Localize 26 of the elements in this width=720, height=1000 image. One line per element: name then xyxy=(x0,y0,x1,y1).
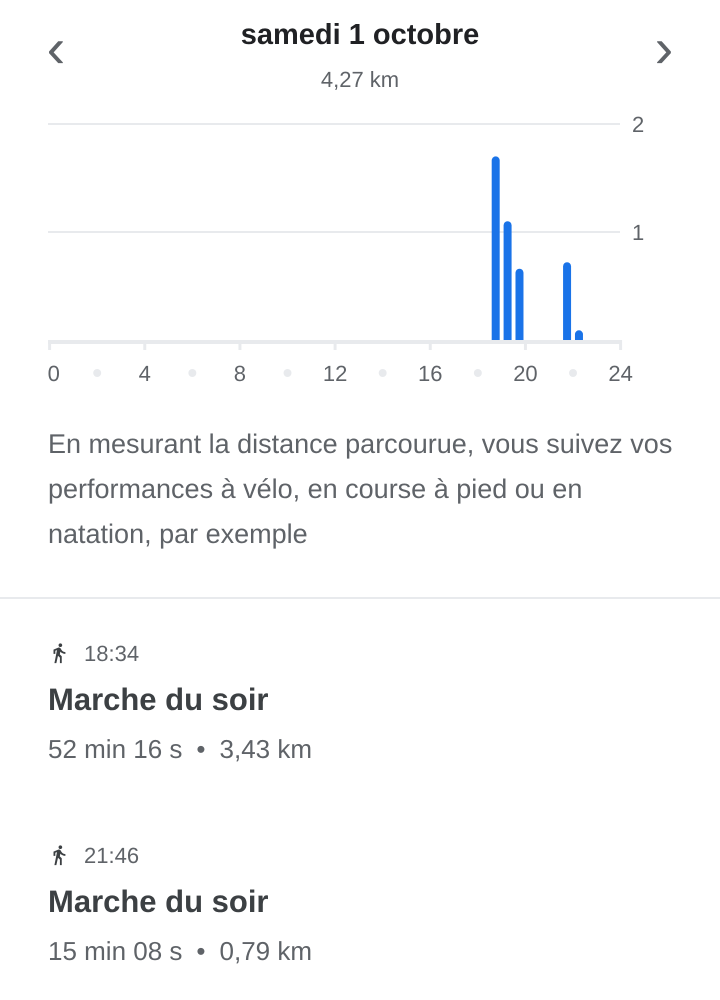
x-tick-label: 12 xyxy=(322,361,348,386)
x-tick-label: 20 xyxy=(513,361,538,386)
separator-dot: • xyxy=(196,935,206,968)
activity-title[interactable]: Marche du soir xyxy=(48,673,672,727)
total-distance: 4,27 km xyxy=(320,66,400,94)
x-tick-label: 0 xyxy=(48,361,60,386)
separator-dot: • xyxy=(196,733,206,766)
activity-time: 18:34 xyxy=(84,640,140,668)
description-text: En mesurant la distance parcourue, vous suivez vos performances à vélo, en course à pied ou en natation, par exemple xyxy=(48,428,674,551)
bar xyxy=(515,268,524,340)
x-tick-label: 24 xyxy=(608,361,633,386)
y-tick-label: 1 xyxy=(632,220,644,245)
activity-duration: 52 min 16 s xyxy=(48,733,182,766)
y-tick-label: 2 xyxy=(632,112,644,137)
next-day-button[interactable]: › xyxy=(648,18,680,78)
activity-distance: 3,43 km xyxy=(220,733,312,766)
bar xyxy=(574,330,583,340)
activity-time: 21:46 xyxy=(84,842,140,870)
x-tick-label: 8 xyxy=(234,361,246,386)
date-title: samedi 1 octobre xyxy=(240,18,480,53)
activity-title[interactable]: Marche du soir xyxy=(48,875,672,929)
previous-day-button[interactable]: ‹ xyxy=(40,18,72,78)
activity-distance: 0,79 km xyxy=(220,935,312,968)
activity-duration: 15 min 08 s xyxy=(48,935,182,968)
x-tick-label: 16 xyxy=(418,361,442,386)
x-tick-label: 4 xyxy=(138,361,151,386)
